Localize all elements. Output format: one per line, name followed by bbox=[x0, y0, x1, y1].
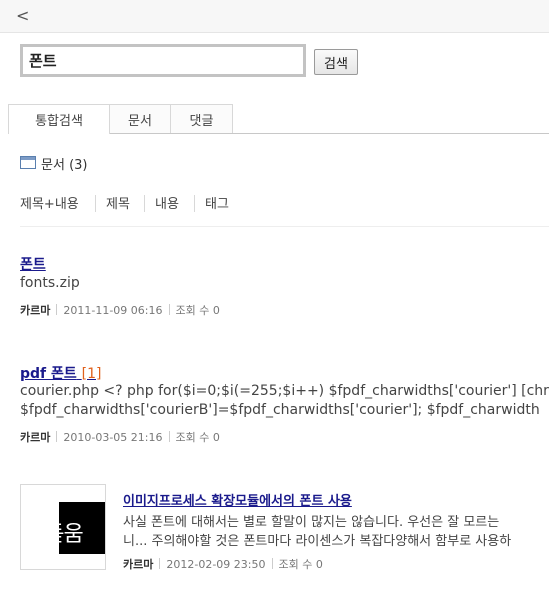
views-count: 0 bbox=[315, 558, 323, 571]
filter-content[interactable]: 내용 bbox=[155, 193, 179, 212]
views-label: 조회 수 bbox=[278, 558, 313, 571]
filter-tag[interactable]: 태그 bbox=[205, 193, 229, 212]
divider bbox=[144, 195, 145, 212]
filter-title-content[interactable]: 제목+내용 bbox=[20, 193, 79, 212]
result-title-link[interactable]: pdf 폰트 [1] bbox=[20, 363, 102, 383]
result-snippet: fonts.zip bbox=[20, 275, 80, 291]
post-date: 2010-03-05 21:16 bbox=[63, 431, 163, 444]
section-title: 문서 (3) bbox=[41, 158, 88, 173]
result-meta: 카르마 2011-11-09 06:16 조회 수 0 bbox=[20, 302, 220, 318]
comment-count: [1] bbox=[81, 366, 102, 382]
top-bar: < bbox=[0, 0, 549, 33]
search-input[interactable] bbox=[20, 44, 306, 77]
divider bbox=[20, 226, 549, 227]
folder-icon bbox=[20, 156, 36, 169]
views-count: 0 bbox=[212, 304, 220, 317]
result-snippet: 사실 폰트에 대해서는 별로 할말이 많지는 않습니다. 우선은 잘 모르는 bbox=[123, 515, 500, 530]
thumbnail-text: 은돋움 bbox=[25, 522, 84, 547]
tab-documents[interactable]: 문서 bbox=[109, 104, 171, 133]
result-snippet: courier.php <? php for($i=0;$i(=255;$i++… bbox=[20, 383, 549, 399]
tab-comments[interactable]: 댓글 bbox=[170, 104, 233, 133]
author-name[interactable]: 카르마 bbox=[20, 431, 50, 444]
divider bbox=[194, 195, 195, 212]
divider bbox=[95, 195, 96, 212]
result-snippet: $fpdf_charwidths['courierB']=$fpdf_charw… bbox=[20, 402, 540, 418]
result-meta: 카르마 2012-02-09 23:50 조회 수 0 bbox=[123, 556, 323, 572]
result-snippet: 니... 주의해야할 것은 폰트마다 라이센스가 복잡다양해서 함부로 사용하 bbox=[123, 534, 512, 549]
result-thumbnail[interactable]: 은돋움 bbox=[20, 484, 106, 570]
views-label: 조회 수 bbox=[175, 304, 210, 317]
tab-all[interactable]: 통합검색 bbox=[8, 104, 110, 134]
result-meta: 카르마 2010-03-05 21:16 조회 수 0 bbox=[20, 429, 220, 445]
post-date: 2012-02-09 23:50 bbox=[166, 558, 266, 571]
views-count: 0 bbox=[212, 431, 220, 444]
tab-bar: 통합검색 문서 댓글 bbox=[8, 104, 549, 134]
author-name[interactable]: 카르마 bbox=[123, 558, 153, 571]
back-chevron-icon[interactable]: < bbox=[16, 6, 29, 25]
author-name[interactable]: 카르마 bbox=[20, 304, 50, 317]
views-label: 조회 수 bbox=[175, 431, 210, 444]
search-button[interactable]: 검색 bbox=[314, 49, 358, 75]
result-title-link[interactable]: 폰트 bbox=[20, 254, 46, 274]
filter-title[interactable]: 제목 bbox=[106, 193, 130, 212]
result-title-link[interactable]: 이미지프로세스 확장모듈에서의 폰트 사용 bbox=[123, 490, 352, 509]
post-date: 2011-11-09 06:16 bbox=[63, 304, 163, 317]
section-count: (3) bbox=[69, 158, 88, 173]
